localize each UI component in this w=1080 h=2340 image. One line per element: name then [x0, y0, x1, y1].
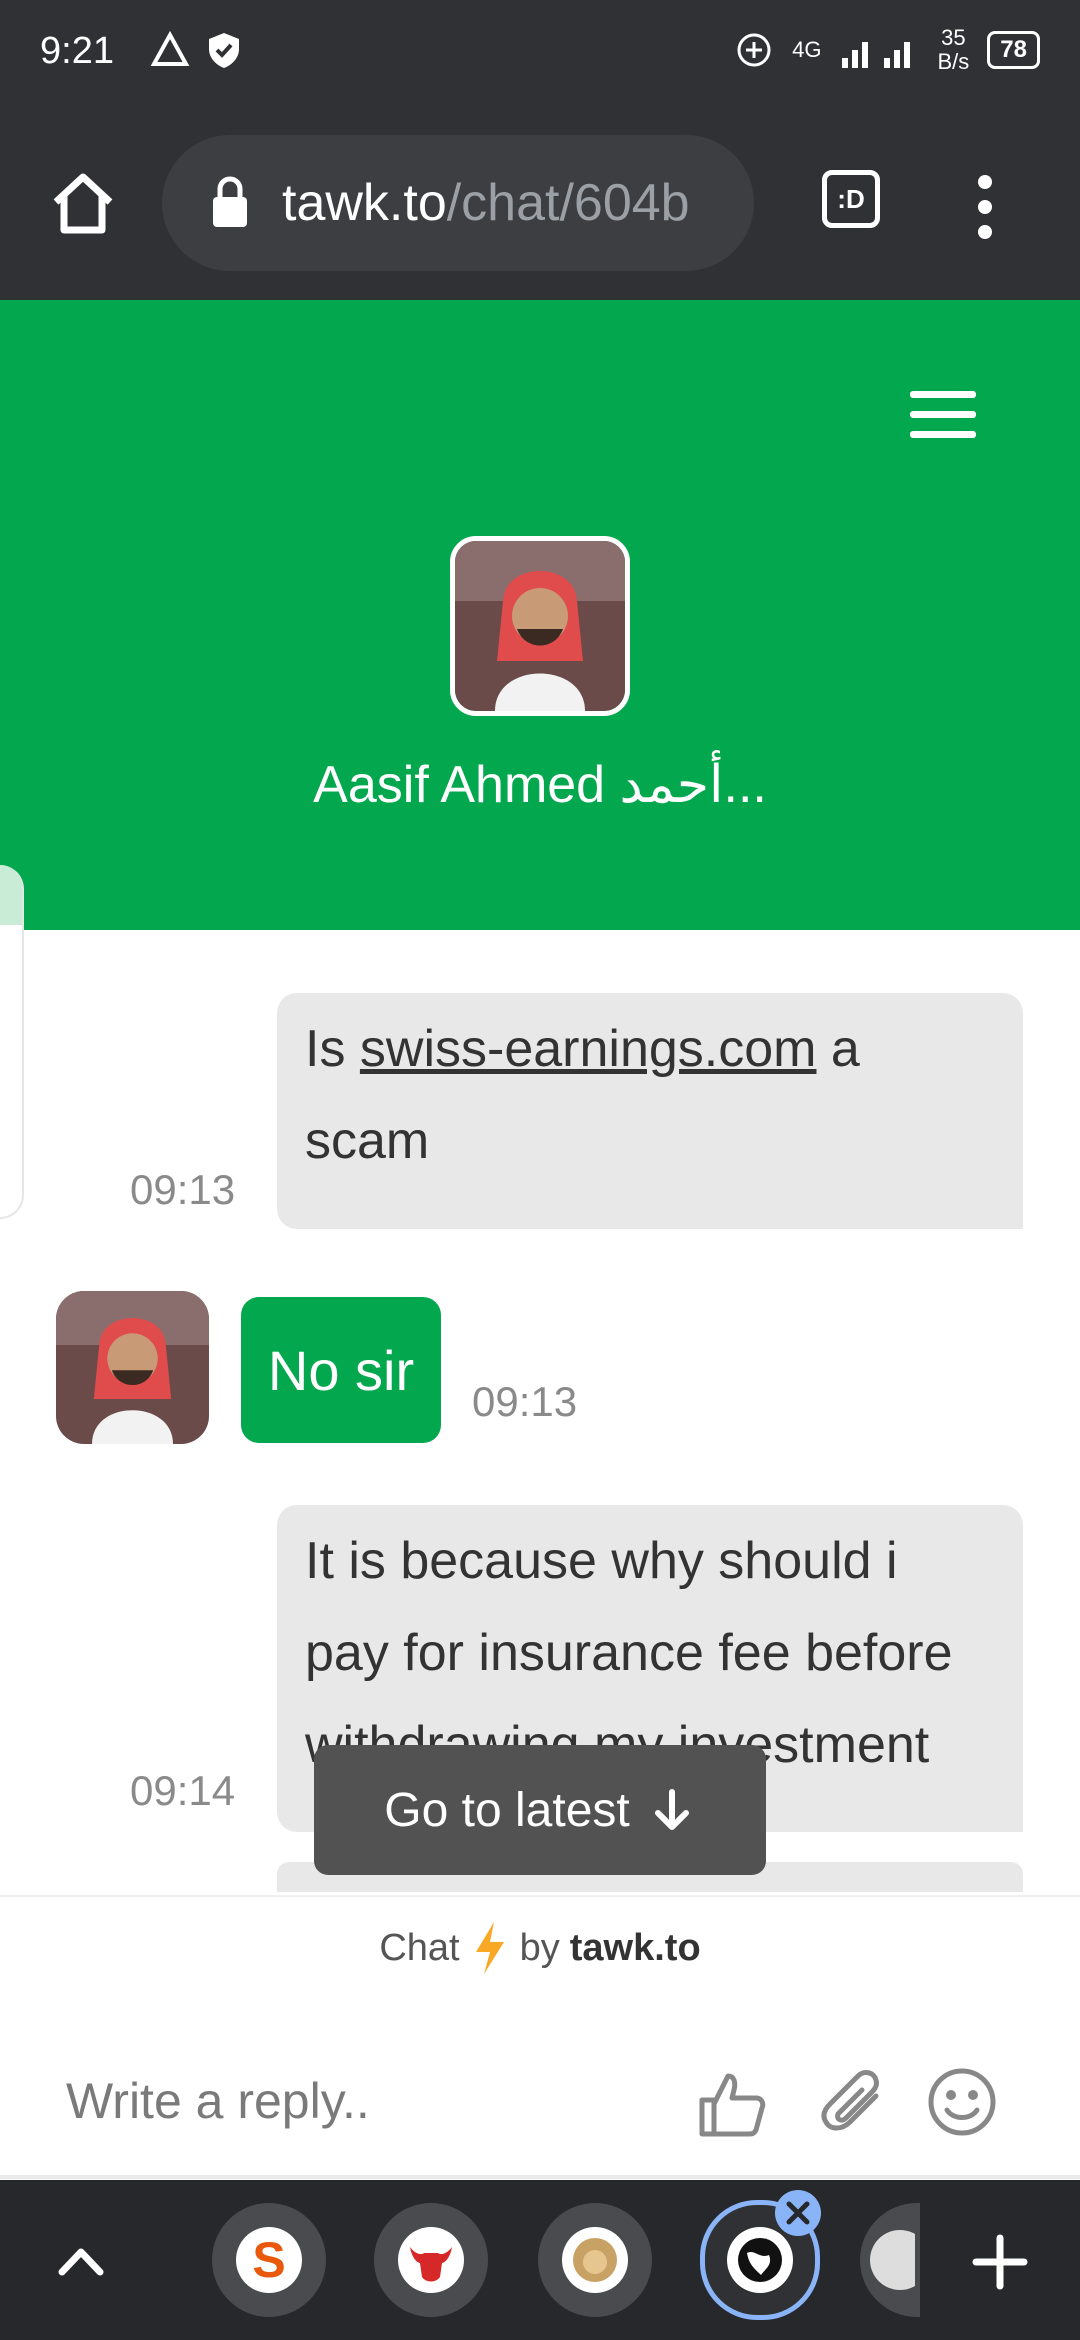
menu-icon[interactable]: [910, 391, 976, 439]
thumbs-up-icon[interactable]: [696, 2068, 768, 2140]
message-text: Is: [305, 1020, 360, 1078]
network-type: 4G: [792, 37, 822, 62]
agent-photo: [455, 541, 625, 711]
agent-message: No sir: [241, 1297, 441, 1443]
visitor-message: Is swiss-earnings.com a scam: [277, 993, 1023, 1229]
globe-icon: [727, 2227, 793, 2293]
message-timestamp: 09:13: [130, 1166, 236, 1213]
footer-divider: [0, 1895, 1080, 1897]
clock: 9:21: [40, 30, 114, 72]
tab-count: :D: [837, 183, 865, 214]
close-tab-button[interactable]: [775, 2190, 821, 2236]
address-bar[interactable]: tawk.to/chat/604b: [162, 135, 754, 271]
message-timestamp: 09:13: [472, 1378, 578, 1425]
more-options-icon[interactable]: [972, 172, 998, 242]
status-icons-left: [150, 30, 244, 70]
agent-name: Aasif Ahmed أحمد...: [313, 756, 767, 814]
message-link[interactable]: swiss-earnings.com: [360, 1020, 817, 1078]
url-domain: tawk.to: [282, 174, 447, 232]
lock-icon: [213, 176, 247, 227]
signal-icon: [841, 42, 910, 68]
new-tab-icon[interactable]: [970, 2232, 1030, 2292]
powered-brand: tawk.to: [569, 1926, 701, 1969]
emoji-icon[interactable]: [926, 2066, 998, 2138]
close-icon: [786, 2201, 810, 2225]
svg-text:S: S: [252, 2232, 285, 2288]
url-path: /chat/604b: [446, 174, 690, 232]
s-letter-icon: S: [236, 2227, 302, 2293]
agent-photo: [56, 1291, 209, 1444]
arrow-down-icon: [654, 1789, 689, 1830]
partial-tab-icon: [870, 2230, 915, 2290]
triangle-alert-icon: [150, 30, 190, 66]
tab-icon-bull[interactable]: [374, 2203, 488, 2317]
message-text: No sir: [267, 1338, 415, 1402]
tab-switcher-button[interactable]: :D: [822, 170, 880, 228]
bull-icon: [398, 2227, 464, 2293]
message-timestamp: 09:14: [130, 1767, 236, 1814]
network-speed: 35 B/s: [938, 26, 970, 74]
reply-input[interactable]: [64, 2060, 668, 2142]
battery-indicator: 78: [987, 31, 1040, 69]
speed-value: 35: [941, 25, 966, 50]
go-to-latest-label: Go to latest: [384, 1783, 630, 1837]
tab-icon-s[interactable]: S: [212, 2203, 326, 2317]
powered-chat: Chat: [379, 1926, 460, 1969]
speed-unit: B/s: [937, 49, 970, 74]
attachment-icon[interactable]: [818, 2066, 890, 2138]
lion-icon: [562, 2227, 628, 2293]
bottom-divider: [0, 2175, 1080, 2179]
powered-by[interactable]: Chat by tawk.to: [0, 1920, 1080, 1976]
lightning-icon: [475, 1922, 504, 1974]
chat-header: Aasif Ahmed أحمد...: [0, 300, 1080, 930]
url-text: tawk.to/chat/604b: [282, 173, 690, 233]
shield-icon: [209, 33, 239, 68]
go-to-latest-button[interactable]: Go to latest: [314, 1745, 766, 1875]
data-saver-icon: [737, 33, 771, 67]
tab-bar: S: [0, 2180, 1080, 2340]
home-icon[interactable]: [48, 168, 118, 238]
chevron-up-icon[interactable]: [56, 2240, 106, 2280]
status-icons-right: 4G 35 B/s 78: [734, 26, 1040, 74]
status-bar: 9:21 4G 35 B/s 78: [0, 0, 1080, 110]
tab-icon-lion[interactable]: [538, 2203, 652, 2317]
agent-avatar-small: [56, 1291, 209, 1444]
browser-toolbar: tawk.to/chat/604b :D: [0, 110, 1080, 300]
tab-icon-partial[interactable]: [860, 2203, 920, 2317]
powered-by-text: by: [519, 1926, 560, 1969]
agent-avatar: [450, 536, 630, 716]
message-text: It is because why should i pay for insur…: [305, 1532, 953, 1774]
